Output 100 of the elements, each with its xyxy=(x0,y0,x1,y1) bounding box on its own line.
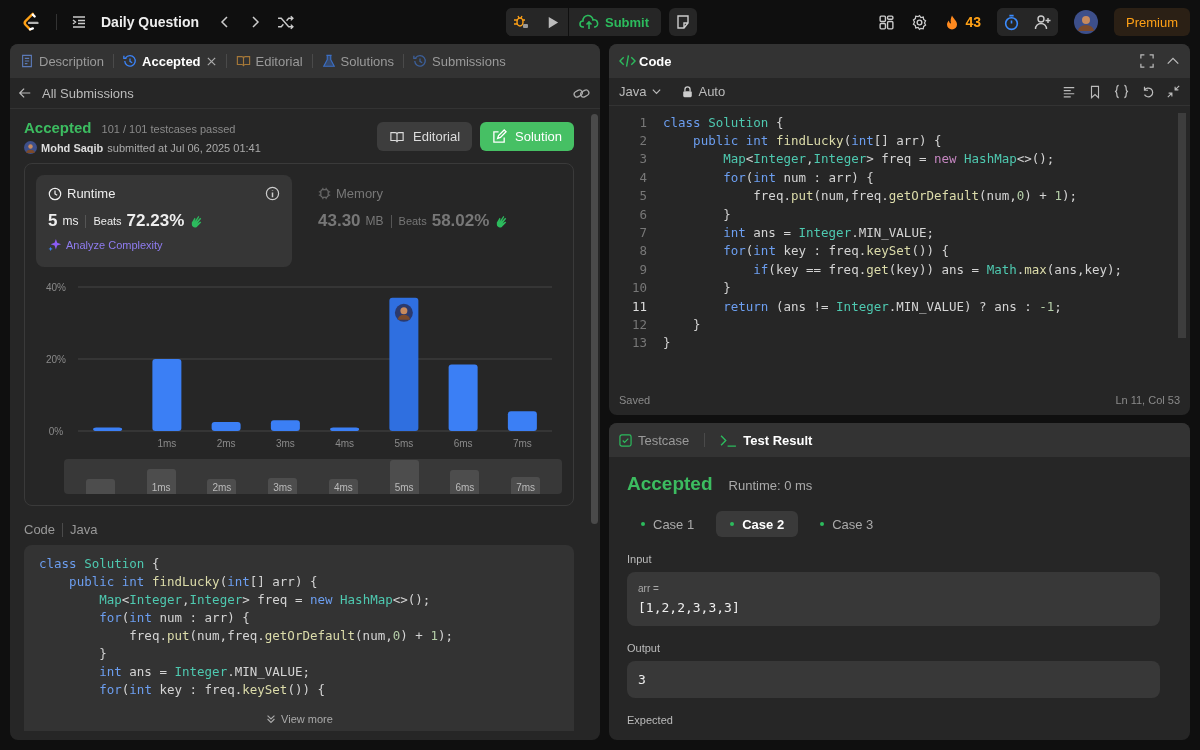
code-line: freq.put(num,freq.getOrDefault(num,0) + 1); xyxy=(128,627,454,645)
result-status: Accepted xyxy=(627,473,713,495)
section-label: Code xyxy=(24,522,56,537)
field-label: Expected xyxy=(627,714,674,726)
document-icon xyxy=(20,54,34,68)
code-line: class Solution { xyxy=(663,114,784,130)
testcases-passed: 101 / 101 testcases passed xyxy=(101,123,236,135)
axis-tick-label: 2ms xyxy=(216,438,236,449)
code-icon xyxy=(619,54,636,68)
axis-tick-label: 20% xyxy=(46,354,66,365)
code-line: Map<Integer,Integer> freq = new HashMap<>(); xyxy=(722,151,1055,167)
panel-tab[interactable]: Description xyxy=(20,53,105,69)
histogram-bar[interactable] xyxy=(330,427,360,431)
stat-value: 43.30 xyxy=(318,211,361,231)
axis-tick-label: 0% xyxy=(48,426,64,437)
align-left-icon[interactable] xyxy=(1062,84,1076,99)
line-number: 10 xyxy=(630,280,648,296)
code-line: for(int num : arr) { xyxy=(722,169,874,185)
auto-mode-toggle[interactable]: Auto xyxy=(682,84,726,99)
beats-label: Beats xyxy=(398,215,427,227)
range-bar: 5ms xyxy=(389,460,419,494)
code-line: Map<Integer,Integer> freq = new HashMap<>(); xyxy=(98,591,432,609)
code-line: class Solution { xyxy=(39,555,161,573)
axis-tick-label: 7ms xyxy=(512,438,532,449)
line-number: 12 xyxy=(630,317,648,332)
axis-tick-label: 1ms xyxy=(157,438,177,449)
back-link[interactable]: All Submissions xyxy=(18,85,134,101)
case-tab[interactable]: Case 1 xyxy=(627,511,709,537)
clock-icon xyxy=(48,186,62,201)
collapse-icon[interactable] xyxy=(1167,85,1180,98)
output-value: 3 xyxy=(638,672,647,687)
range-bar: 6ms xyxy=(450,470,480,494)
code-line: if(key == freq.get(key)) ans = Math.max(ans,key); xyxy=(752,261,1123,277)
premium-button[interactable]: Premium xyxy=(1114,8,1190,36)
avatar[interactable] xyxy=(1074,10,1098,34)
field-label: Output xyxy=(627,642,662,654)
view-more-link[interactable]: View more xyxy=(259,713,339,725)
fullscreen-icon[interactable] xyxy=(1140,54,1154,68)
analyze-complexity-link[interactable]: Analyze Complexity xyxy=(48,238,280,252)
undo-icon[interactable] xyxy=(1141,84,1155,99)
list-icon[interactable] xyxy=(71,14,87,30)
variable-name: arr = xyxy=(638,583,660,594)
histogram-bar[interactable] xyxy=(507,411,537,431)
range-selector[interactable]: 1ms 2ms 3ms 4ms 5ms 6ms 7ms xyxy=(64,459,562,494)
histogram-bar[interactable] xyxy=(152,359,182,431)
editorial-button[interactable]: Editorial xyxy=(377,122,472,151)
code-line: public int findLucky(int[] arr) { xyxy=(692,133,942,149)
stat-title: Memory xyxy=(318,186,383,201)
streak-counter[interactable]: 43 xyxy=(944,13,981,31)
code-line: int ans = Integer.MIN_VALUE; xyxy=(98,663,311,681)
close-icon[interactable] xyxy=(205,55,217,67)
stat-unit: MB xyxy=(365,214,384,228)
case-tab[interactable]: Case 2 xyxy=(716,511,799,537)
user-name[interactable]: Mohd Saqib xyxy=(41,141,104,154)
panel-tab[interactable]: Test Result xyxy=(720,432,813,448)
line-number: 5 xyxy=(638,188,648,204)
panel-tab[interactable]: Submissions xyxy=(413,53,506,69)
language-select[interactable]: Java xyxy=(619,84,663,99)
problem-list-title[interactable]: Daily Question xyxy=(101,14,200,30)
panel-tab[interactable]: Solutions xyxy=(321,53,394,69)
panel-tab[interactable]: Accepted xyxy=(123,53,217,69)
shuffle-icon[interactable] xyxy=(277,13,295,31)
code-line: } xyxy=(98,645,108,663)
histogram-bar[interactable] xyxy=(93,427,123,431)
line-number: 7 xyxy=(638,225,648,241)
notes-button[interactable] xyxy=(669,8,698,36)
stat-card[interactable]: Memory 43.30 MB Beats 58.02% xyxy=(306,175,562,267)
info-icon[interactable] xyxy=(265,186,280,201)
variable-value: [1,2,2,3,3,3] xyxy=(638,600,741,615)
lock-icon xyxy=(682,85,694,98)
panel-tab[interactable]: Testcase xyxy=(619,432,690,448)
settings-icon[interactable] xyxy=(911,13,929,31)
history-icon xyxy=(123,54,138,68)
cursor-position: Ln 11, Col 53 xyxy=(1115,394,1180,406)
layout-icon[interactable] xyxy=(878,13,896,31)
case-tab[interactable]: Case 3 xyxy=(806,511,888,537)
stat-title: Runtime xyxy=(48,186,116,201)
code-line: } xyxy=(692,317,701,332)
braces-icon[interactable] xyxy=(1114,84,1129,99)
code-line: } xyxy=(663,335,671,351)
range-bar: 4ms xyxy=(328,479,358,494)
line-number: 6 xyxy=(638,206,648,222)
histogram-bar[interactable] xyxy=(270,420,300,431)
histogram-bar[interactable] xyxy=(211,422,241,431)
line-number: 2 xyxy=(638,133,648,149)
axis-tick-label: 6ms xyxy=(453,438,473,449)
range-bar: 7ms xyxy=(511,477,541,494)
add-user-icon xyxy=(1034,14,1052,30)
submit-button[interactable]: Submit xyxy=(568,8,662,36)
line-number: 13 xyxy=(630,335,648,351)
code-line: } xyxy=(722,280,731,296)
stat-card[interactable]: Runtime 5 ms Beats 72.23% Analyze Complexity xyxy=(36,175,292,267)
line-number: 9 xyxy=(638,261,648,277)
axis-tick-label: 40% xyxy=(46,282,66,293)
line-number: 4 xyxy=(638,169,648,185)
panel-tab[interactable]: Editorial xyxy=(235,53,303,69)
code-line: return (ans != Integer.MIN_VALUE) ? ans : -1; xyxy=(722,298,1062,314)
code-line: int ans = Integer.MIN_VALUE; xyxy=(722,225,934,241)
histogram-bar[interactable] xyxy=(448,364,478,431)
bookmark-icon[interactable] xyxy=(1088,84,1102,99)
